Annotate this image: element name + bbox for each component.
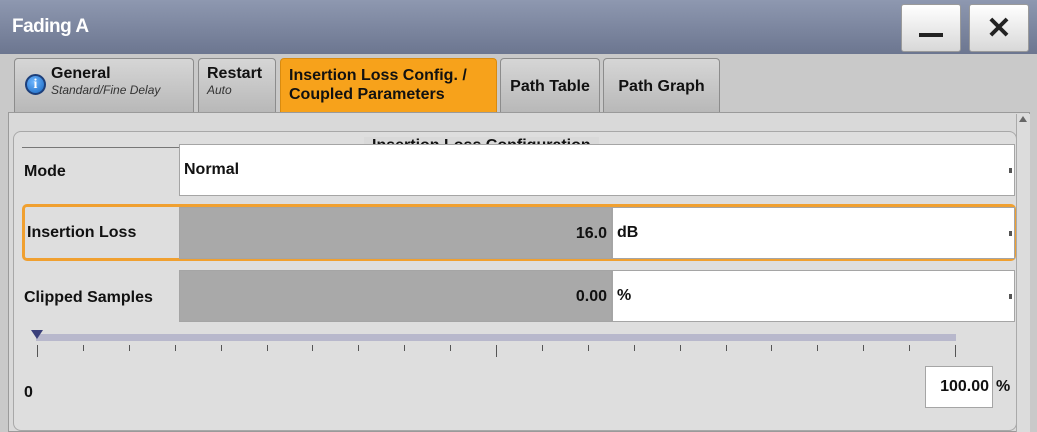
slider-tick — [955, 345, 956, 357]
tab-insertion-loss-config[interactable]: Insertion Loss Config. / Coupled Paramet… — [280, 58, 497, 114]
slider-tick — [679, 345, 681, 351]
tab-general[interactable]: i General Standard/Fine Delay — [14, 58, 194, 114]
tab-general-sub: Standard/Fine Delay — [51, 83, 161, 97]
slider-tick — [174, 345, 176, 351]
title-bar: Fading A ✕ — [0, 0, 1037, 54]
slider-tick — [128, 345, 130, 351]
close-button[interactable]: ✕ — [969, 4, 1029, 52]
chevron-down-icon — [1009, 294, 1012, 299]
insertion-loss-input[interactable]: 16.0 — [179, 207, 612, 259]
slider-tick — [817, 345, 819, 351]
insertion-loss-value: 16.0 — [575, 225, 607, 242]
tab-bar: i General Standard/Fine Delay Restart Au… — [0, 54, 1037, 114]
tab-path-table-label: Path Table — [510, 77, 590, 95]
tab-insertion-label-line1: Insertion Loss Config. / — [289, 67, 467, 84]
minimize-button[interactable] — [901, 4, 961, 52]
slider-tick — [587, 345, 589, 351]
slider-tick — [220, 345, 222, 351]
tab-general-label: General — [51, 65, 111, 82]
close-icon: ✕ — [986, 11, 1012, 45]
tab-restart[interactable]: Restart Auto — [198, 58, 276, 114]
insertion-loss-unit: dB — [617, 224, 639, 241]
insertion-loss-label: Insertion Loss — [27, 224, 137, 241]
mode-label: Mode — [24, 163, 66, 180]
insertion-loss-unit-dropdown[interactable]: dB — [612, 207, 1015, 259]
minimize-icon — [919, 33, 943, 37]
slider-tick — [82, 345, 84, 351]
slider-tick — [37, 345, 38, 357]
slider-min-label: 0 — [24, 384, 33, 401]
slider-tick — [358, 345, 360, 351]
slider-tick — [863, 345, 865, 351]
clipped-samples-value: 0.00 — [575, 288, 607, 305]
slider-tick — [541, 345, 543, 351]
slider-tick — [312, 345, 314, 351]
clipped-samples-unit-dropdown[interactable]: % — [612, 270, 1015, 322]
fading-a-window: Fading A ✕ i General Standard/Fine Delay… — [0, 0, 1037, 432]
slider-max-input[interactable]: 100.00 — [925, 366, 993, 408]
clipped-samples-label: Clipped Samples — [24, 289, 153, 306]
slider-thumb[interactable] — [31, 330, 43, 339]
clipped-samples-input: 0.00 — [179, 270, 612, 322]
slider-max-unit: % — [996, 378, 1011, 395]
mode-value: Normal — [184, 161, 240, 178]
scroll-up-icon[interactable] — [1019, 116, 1027, 122]
slider-tick — [725, 345, 727, 351]
tab-restart-label: Restart — [207, 65, 263, 82]
slider-max-value: 100.00 — [940, 378, 989, 395]
slider-tick — [266, 345, 268, 351]
tab-path-graph[interactable]: Path Graph — [603, 58, 720, 114]
slider-tick — [496, 345, 497, 357]
chevron-down-icon — [1009, 168, 1012, 173]
vertical-scrollbar[interactable] — [1016, 114, 1030, 432]
slider-tick — [909, 345, 911, 351]
slider-tick — [771, 345, 773, 351]
info-icon: i — [25, 74, 46, 95]
window-title: Fading A — [12, 16, 89, 37]
chevron-down-icon — [1009, 231, 1012, 236]
tab-insertion-label-line2: Coupled Parameters — [289, 86, 445, 103]
slider-tick — [633, 345, 635, 351]
tab-path-table[interactable]: Path Table — [500, 58, 600, 114]
tab-path-graph-label: Path Graph — [618, 77, 705, 95]
slider-tick — [404, 345, 406, 351]
clipped-samples-unit: % — [617, 287, 632, 304]
slider-track[interactable] — [36, 334, 956, 341]
tab-restart-sub: Auto — [207, 83, 232, 97]
slider-tick — [450, 345, 452, 351]
mode-dropdown[interactable]: Normal — [179, 144, 1015, 196]
